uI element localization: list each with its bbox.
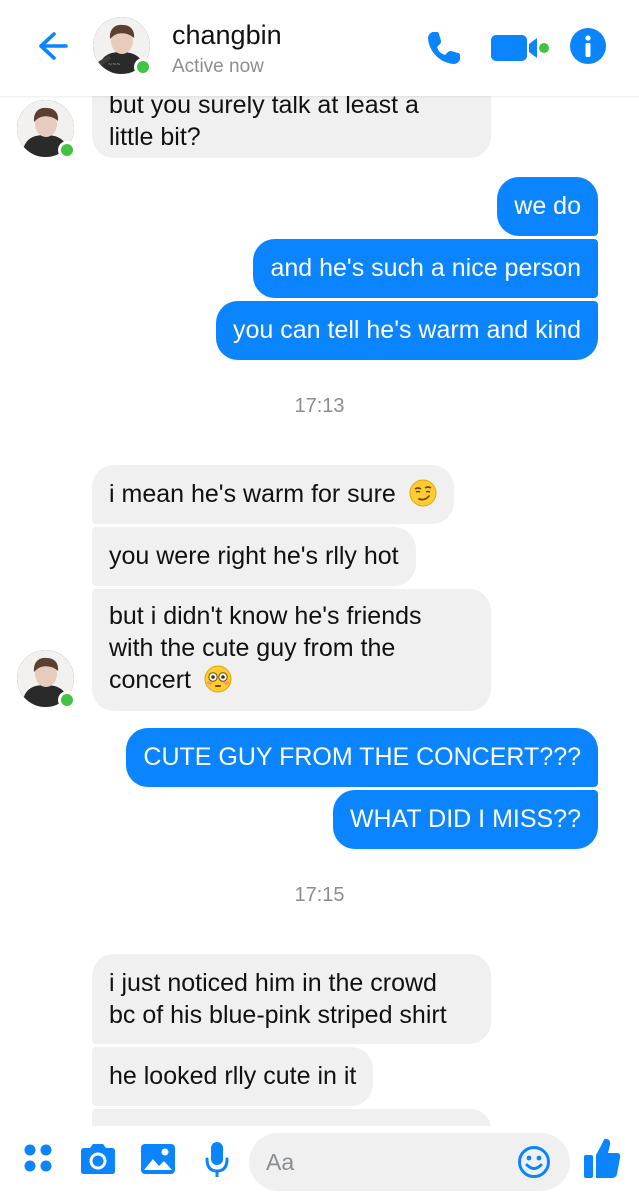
camera-icon[interactable]: [78, 1142, 118, 1176]
smirk-emoji-icon: [409, 479, 437, 507]
message-text-line: but i didn't know he's friends: [109, 602, 422, 630]
online-indicator: [134, 58, 152, 76]
message-thread[interactable]: but you surely talk at least a little bi…: [0, 96, 639, 1126]
message-text: you were right he's rlly hot: [109, 542, 399, 570]
incoming-message-bubble-partial[interactable]: [92, 1109, 491, 1126]
message-text: i mean he's warm for sure: [109, 480, 396, 508]
svg-text:~~~: ~~~: [108, 62, 121, 68]
outgoing-message-bubble[interactable]: you can tell he's warm and kind: [215, 301, 598, 360]
message-text-line: i just noticed him in the crowd: [109, 969, 437, 997]
message-text: WHAT DID I MISS??: [349, 805, 581, 833]
more-apps-icon[interactable]: [23, 1143, 53, 1173]
thumbs-up-icon[interactable]: [582, 1136, 622, 1180]
incoming-message-bubble[interactable]: you were right he's rlly hot: [92, 527, 416, 586]
contact-avatar[interactable]: ~~~: [93, 17, 152, 76]
video-camera-icon[interactable]: [489, 28, 551, 68]
online-indicator: [58, 691, 76, 709]
phone-call-icon[interactable]: [424, 28, 464, 68]
active-status: Active now: [172, 56, 264, 77]
outgoing-message-bubble[interactable]: and he's such a nice person: [253, 239, 598, 298]
message-text: we do: [514, 192, 581, 220]
gallery-icon[interactable]: [139, 1142, 177, 1176]
microphone-icon[interactable]: [204, 1140, 230, 1180]
sender-avatar[interactable]: [17, 100, 76, 159]
message-text-line: but you surely talk at least a: [109, 96, 419, 119]
timestamp: 17:15: [294, 884, 345, 906]
incoming-message-bubble[interactable]: he looked rlly cute in it: [92, 1047, 374, 1106]
message-text-line: with the cute guy from the: [109, 634, 396, 662]
message-text: you can tell he's warm and kind: [232, 316, 581, 344]
timestamp: 17:13: [294, 395, 345, 417]
emoji-icon[interactable]: [517, 1145, 551, 1179]
back-arrow-icon[interactable]: [34, 28, 70, 64]
message-composer: Aa: [0, 1126, 639, 1200]
message-text-line: concert: [109, 666, 191, 694]
message-text-line: bc of his blue-pink striped shirt: [109, 1001, 447, 1029]
incoming-message-bubble[interactable]: but you surely talk at least a little bi…: [92, 96, 491, 158]
message-text: he looked rlly cute in it: [109, 1062, 357, 1090]
message-text-line: little bit?: [109, 123, 201, 151]
incoming-message-bubble[interactable]: i mean he's warm for sure: [92, 465, 454, 524]
outgoing-message-bubble[interactable]: CUTE GUY FROM THE CONCERT???: [126, 728, 598, 787]
message-text: CUTE GUY FROM THE CONCERT???: [143, 743, 581, 771]
message-text: and he's such a nice person: [270, 254, 581, 282]
outgoing-message-bubble[interactable]: we do: [497, 177, 598, 236]
message-input[interactable]: Aa: [249, 1133, 570, 1191]
incoming-message-bubble[interactable]: i just noticed him in the crowd bc of hi…: [92, 954, 491, 1044]
sender-avatar[interactable]: [17, 650, 76, 709]
online-indicator: [58, 141, 76, 159]
message-input-placeholder: Aa: [266, 1149, 295, 1175]
conversation-header: ~~~ changbin Active now: [0, 0, 639, 96]
outgoing-message-bubble[interactable]: WHAT DID I MISS??: [332, 790, 598, 849]
flushed-emoji-icon: [204, 665, 232, 693]
incoming-message-bubble[interactable]: but i didn't know he's friends with the …: [92, 589, 491, 711]
contact-name[interactable]: changbin: [172, 20, 282, 51]
info-icon[interactable]: [569, 27, 607, 65]
